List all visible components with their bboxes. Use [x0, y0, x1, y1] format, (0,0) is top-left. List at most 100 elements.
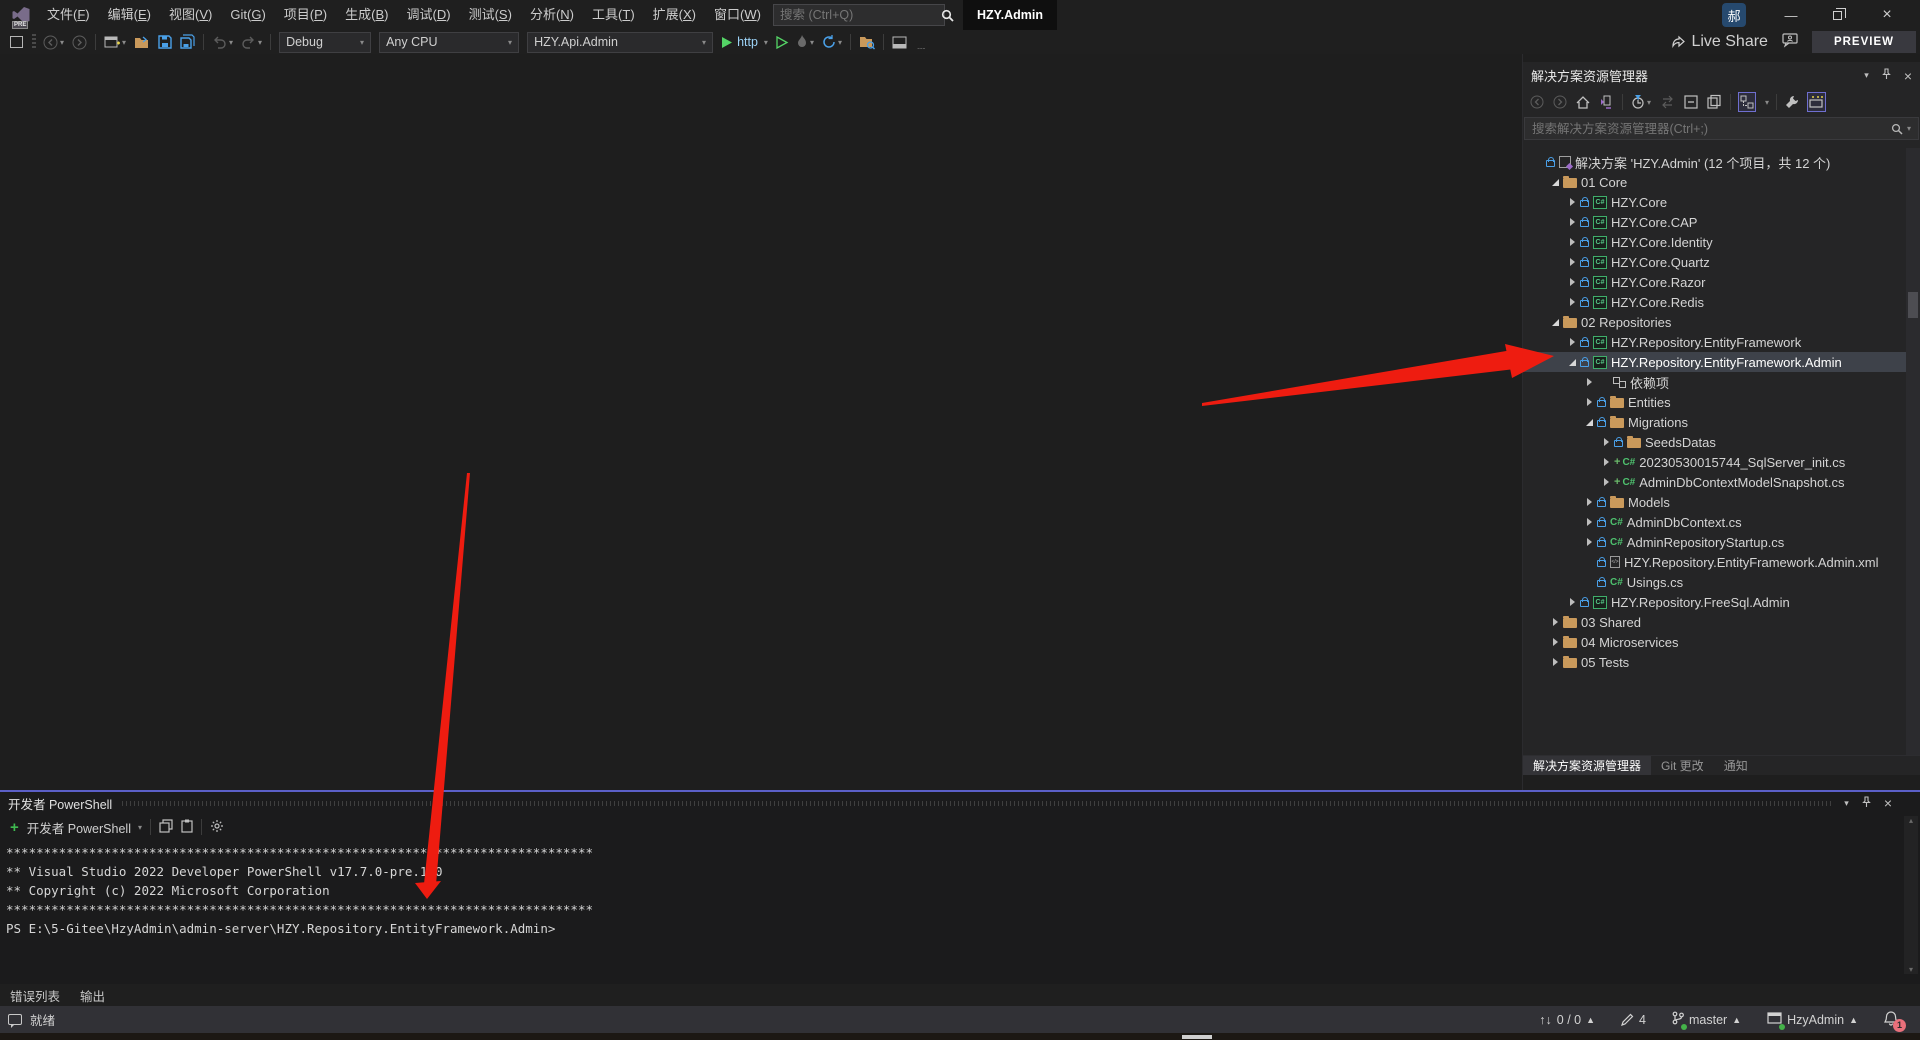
expander-icon[interactable] [1582, 498, 1597, 506]
undo-button[interactable]: ▾ [209, 31, 236, 53]
live-share-button[interactable]: Live Share [1671, 33, 1768, 51]
toolbar-overflow-button[interactable]: ﹍ [912, 31, 931, 53]
back-icon[interactable] [1529, 92, 1545, 112]
paste-icon[interactable] [181, 819, 193, 836]
gear-icon[interactable] [210, 819, 224, 836]
open-folder-button[interactable] [131, 31, 153, 53]
menu-item[interactable]: 生成(B) [336, 0, 397, 30]
close-panel-icon[interactable]: × [1884, 795, 1892, 811]
solution-explorer-header[interactable]: 解决方案资源管理器 ▾ × [1523, 62, 1920, 89]
repo-status[interactable]: HzyAdmin▲ [1767, 1012, 1858, 1028]
save-button[interactable] [155, 31, 175, 53]
expander-icon[interactable] [1582, 398, 1597, 406]
expander-icon[interactable] [1565, 238, 1580, 246]
tree-row[interactable]: C#HZY.Core.Razor [1523, 272, 1906, 292]
menu-item[interactable]: 测试(S) [460, 0, 521, 30]
tree-row[interactable]: C#AdminDbContext.cs [1523, 512, 1906, 532]
preview-selected-icon[interactable] [1706, 92, 1723, 112]
copy-icon[interactable] [159, 819, 173, 836]
tree-row[interactable]: 依赖项 [1523, 372, 1906, 392]
pending-edits-status[interactable]: 4 [1621, 1013, 1646, 1027]
properties-wrench-icon[interactable] [1784, 92, 1800, 112]
terminal-scrollbar[interactable]: ▴▾ [1904, 816, 1918, 974]
tree-row[interactable]: 解决方案 'HZY.Admin' (12 个项目，共 12 个) [1523, 152, 1906, 172]
compare-icon[interactable] [1659, 92, 1676, 112]
tree-row[interactable]: Entities [1523, 392, 1906, 412]
tree-row[interactable]: 04 Microservices [1523, 632, 1906, 652]
start-without-debug-button[interactable] [773, 31, 791, 53]
show-all-files-icon[interactable] [1738, 92, 1756, 112]
active-document-tab[interactable]: HZY.Admin [963, 0, 1057, 30]
expander-icon[interactable] [1599, 438, 1614, 446]
tree-row[interactable]: Models [1523, 492, 1906, 512]
expander-icon[interactable] [1565, 598, 1580, 606]
startup-project-combobox[interactable]: HZY.Api.Admin▾ [527, 32, 713, 53]
tree-row[interactable]: 03 Shared [1523, 612, 1906, 632]
panel-tab[interactable]: Git 更改 [1651, 756, 1714, 775]
tree-row[interactable]: 05 Tests [1523, 652, 1906, 672]
scrollbar-thumb[interactable] [1908, 292, 1918, 318]
panel-tab[interactable]: 通知 [1714, 756, 1758, 775]
expander-icon[interactable] [1599, 478, 1614, 486]
new-terminal-icon[interactable]: + [10, 819, 19, 836]
pending-changes-filter-icon[interactable]: ▾ [1630, 92, 1652, 112]
tree-row[interactable]: C#HZY.Core.CAP [1523, 212, 1906, 232]
sync-with-active-document-icon[interactable] [1598, 92, 1615, 112]
menu-item[interactable]: 编辑(E) [99, 0, 160, 30]
start-debug-button[interactable]: http▾ [717, 35, 772, 49]
solution-search-input[interactable] [1532, 122, 1891, 136]
expander-icon[interactable] [1565, 258, 1580, 266]
tree-row[interactable]: Migrations [1523, 412, 1906, 432]
tree-row[interactable]: C#HZY.Repository.FreeSql.Admin [1523, 592, 1906, 612]
close-button[interactable]: × [1864, 0, 1910, 30]
platform-combobox[interactable]: Any CPU▾ [379, 32, 519, 53]
menu-item[interactable]: 视图(V) [160, 0, 221, 30]
tree-row[interactable]: 02 Repositories [1523, 312, 1906, 332]
toolbar-grip[interactable] [32, 34, 36, 50]
properties-page-icon[interactable] [1807, 92, 1826, 112]
navigate-back-button[interactable]: ▾ [40, 31, 67, 53]
forward-icon[interactable] [1552, 92, 1568, 112]
configuration-combobox[interactable]: Debug▾ [279, 32, 371, 53]
bottom-tab[interactable]: 错误列表 [0, 986, 70, 1005]
pin-icon[interactable] [1881, 68, 1892, 83]
notifications-button[interactable]: 1 [1884, 1011, 1898, 1029]
bottom-panel-layout-button[interactable] [889, 31, 910, 53]
close-panel-icon[interactable]: × [1904, 68, 1912, 84]
feedback-icon[interactable] [1782, 33, 1798, 52]
menu-item[interactable]: Git(G) [221, 0, 274, 30]
expander-icon[interactable] [1599, 458, 1614, 466]
minimize-button[interactable]: — [1768, 0, 1814, 30]
tree-row[interactable]: C#AdminRepositoryStartup.cs [1523, 532, 1906, 552]
restore-button[interactable] [1814, 0, 1860, 30]
expander-icon[interactable] [1565, 218, 1580, 226]
terminal-profile-dropdown[interactable]: 开发者 PowerShell▾ [27, 818, 142, 837]
tree-row[interactable]: C#HZY.Core [1523, 192, 1906, 212]
expander-icon[interactable] [1565, 278, 1580, 286]
menu-item[interactable]: 窗口(W) [705, 0, 770, 30]
window-position-icon[interactable]: ▾ [1844, 798, 1849, 809]
menu-item[interactable]: 扩展(X) [644, 0, 705, 30]
expander-icon[interactable] [1565, 359, 1580, 366]
new-project-button[interactable]: ▾ [101, 31, 129, 53]
tree-row[interactable]: C#Usings.cs [1523, 572, 1906, 592]
expander-icon[interactable] [1565, 338, 1580, 346]
expander-icon[interactable] [1582, 378, 1597, 386]
quick-search-input[interactable] [780, 8, 941, 22]
git-branch-status[interactable]: master▲ [1672, 1011, 1741, 1028]
collapse-all-icon[interactable] [1683, 92, 1699, 112]
show-all-files-dropdown-icon[interactable]: ▾ [1765, 98, 1769, 107]
panel-tab[interactable]: 解决方案资源管理器 [1523, 756, 1651, 775]
tree-row[interactable]: C#HZY.Core.Quartz [1523, 252, 1906, 272]
restart-button[interactable]: ▾ [819, 31, 845, 53]
navigate-forward-button[interactable] [69, 31, 90, 53]
tree-row[interactable]: 01 Core [1523, 172, 1906, 192]
preview-channel-button[interactable]: PREVIEW [1812, 31, 1916, 53]
expander-icon[interactable] [1582, 419, 1597, 426]
menu-item[interactable]: 文件(F) [38, 0, 99, 30]
pin-icon[interactable] [1861, 796, 1872, 811]
menu-item[interactable]: 调试(D) [398, 0, 460, 30]
expander-icon[interactable] [1565, 298, 1580, 306]
tree-row[interactable]: +C#AdminDbContextModelSnapshot.cs [1523, 472, 1906, 492]
solution-search-box[interactable]: ▾ [1524, 117, 1919, 140]
